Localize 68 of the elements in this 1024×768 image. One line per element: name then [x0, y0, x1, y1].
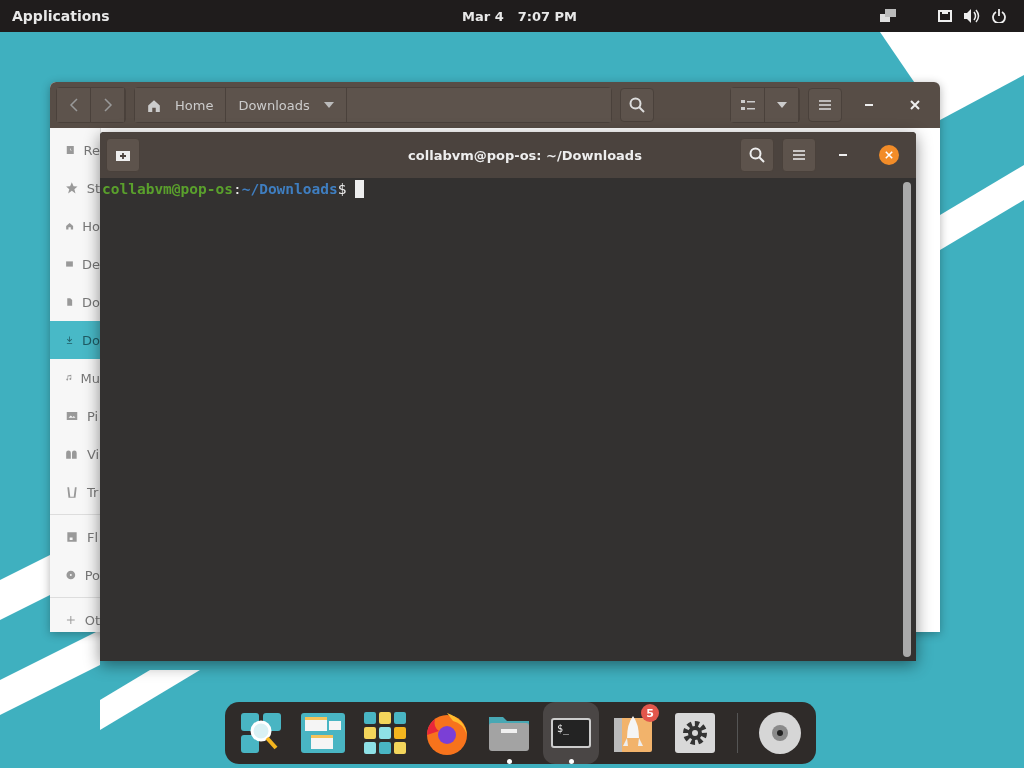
- list-view-icon: [740, 99, 755, 111]
- star-icon: [65, 181, 79, 195]
- new-tab-icon: [115, 148, 131, 162]
- date-text[interactable]: Mar 4: [462, 8, 504, 24]
- sidebar-item[interactable]: Do: [50, 283, 100, 321]
- sidebar-item[interactable]: Ho: [50, 207, 100, 245]
- menu-button[interactable]: [808, 88, 842, 122]
- prompt-symbol: $: [337, 180, 347, 198]
- fox-globe-icon: [424, 710, 470, 756]
- terminal-launcher[interactable]: $_: [543, 702, 599, 764]
- sidebar-item[interactable]: De: [50, 245, 100, 283]
- sidebar-item[interactable]: Do: [50, 321, 100, 359]
- network-icon[interactable]: [938, 10, 952, 22]
- close-icon: [879, 145, 899, 165]
- running-indicator: [569, 759, 574, 764]
- magnifier-icon: [239, 711, 283, 755]
- search-button[interactable]: [740, 138, 774, 172]
- dropdown-icon: [323, 102, 334, 108]
- running-indicator: [507, 759, 512, 764]
- minimize-icon: [864, 104, 874, 106]
- text-cursor: [355, 180, 365, 198]
- sidebar-item[interactable]: Mu: [50, 359, 100, 397]
- prompt-user-host: collabvm@pop-os: [102, 180, 233, 198]
- search-icon: [629, 97, 645, 113]
- downloads-crumb[interactable]: Downloads: [226, 88, 347, 122]
- volume-icon[interactable]: [964, 9, 980, 23]
- menu-button[interactable]: [782, 138, 816, 172]
- gear-icon: [675, 713, 715, 753]
- menu-icon: [819, 100, 831, 110]
- sidebar-item[interactable]: Ot: [50, 601, 100, 632]
- terminal-icon: $_: [551, 718, 591, 748]
- sidebar-item[interactable]: Re: [50, 131, 100, 169]
- menu-icon: [793, 150, 805, 160]
- image-icon: [65, 409, 79, 423]
- close-icon: [910, 100, 920, 110]
- scrollbar[interactable]: [903, 182, 911, 657]
- sidebar-item[interactable]: Po: [50, 556, 100, 594]
- forward-icon: [102, 98, 113, 112]
- prompt-path: ~/Downloads: [241, 180, 338, 198]
- view-options-button[interactable]: [765, 88, 799, 122]
- document-icon: [65, 295, 75, 309]
- sidebar-item[interactable]: Fl: [50, 518, 100, 556]
- disc-icon: [758, 711, 802, 755]
- view-list-button[interactable]: [731, 88, 765, 122]
- time-text[interactable]: 7:07 PM: [517, 8, 578, 24]
- minimize-icon: [838, 154, 848, 156]
- sidebar-item[interactable]: St: [50, 169, 100, 207]
- home-icon: [147, 98, 161, 112]
- search-icon: [749, 147, 765, 163]
- drive-icon: [65, 530, 79, 544]
- back-icon: [68, 98, 79, 112]
- sidebar-item[interactable]: Pi: [50, 397, 100, 435]
- power-icon[interactable]: [992, 9, 1006, 23]
- notification-count: 5: [641, 704, 659, 722]
- windows-icon: [301, 713, 345, 753]
- sidebar-item[interactable]: Tr: [50, 473, 100, 511]
- home-crumb[interactable]: Home: [135, 88, 227, 122]
- search-button[interactable]: [620, 88, 654, 122]
- sidebar-item[interactable]: Vi: [50, 435, 100, 473]
- dropdown-icon: [776, 102, 787, 108]
- windows-icon[interactable]: [880, 9, 896, 23]
- app-grid-icon: [364, 712, 406, 754]
- window-title: collabvm@pop-os: ~/Downloads: [407, 147, 643, 163]
- applications-menu[interactable]: Applications: [0, 8, 110, 24]
- shop-launcher[interactable]: 5: [605, 702, 661, 764]
- trash-icon: [65, 485, 79, 499]
- prompt-separator: :: [232, 180, 242, 198]
- new-tab-button[interactable]: [106, 138, 140, 172]
